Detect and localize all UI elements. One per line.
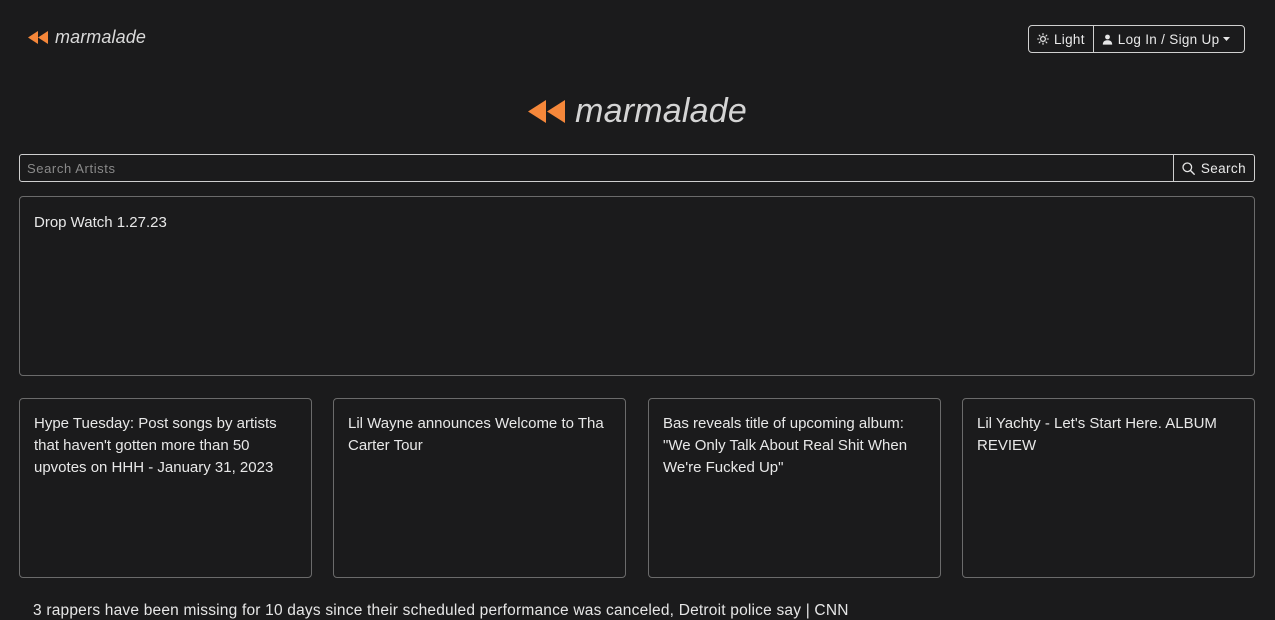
- post-card-title: Bas reveals title of upcoming album: "We…: [663, 415, 908, 476]
- theme-toggle-label: Light: [1054, 31, 1085, 47]
- rewind-icon: [28, 31, 48, 44]
- post-card[interactable]: Lil Yachty - Let's Start Here. ALBUM REV…: [962, 398, 1255, 578]
- featured-post-card[interactable]: Drop Watch 1.27.23: [19, 196, 1255, 376]
- post-card-title: Hype Tuesday: Post songs by artists that…: [34, 415, 277, 476]
- header-button-group: Light Log In / Sign Up: [1028, 25, 1245, 53]
- post-card[interactable]: Lil Wayne announces Welcome to Tha Carte…: [333, 398, 626, 578]
- search-icon: [1182, 161, 1195, 175]
- hero-logo: marmalade: [0, 92, 1275, 131]
- artist-search-bar: Search: [19, 154, 1255, 182]
- featured-post-title: Drop Watch 1.27.23: [34, 214, 167, 231]
- theme-toggle-button[interactable]: Light: [1029, 26, 1093, 52]
- post-card[interactable]: Hype Tuesday: Post songs by artists that…: [19, 398, 312, 578]
- sun-icon: [1037, 33, 1049, 45]
- brand-name: marmalade: [55, 27, 146, 47]
- brand-home-link[interactable]: marmalade: [28, 27, 146, 48]
- user-icon: [1102, 34, 1112, 45]
- post-card[interactable]: Bas reveals title of upcoming album: "We…: [648, 398, 941, 578]
- search-button-label: Search: [1200, 160, 1246, 176]
- hero-brand-name: marmalade: [575, 92, 747, 130]
- search-button[interactable]: Search: [1172, 155, 1254, 181]
- search-input[interactable]: [20, 155, 1173, 181]
- news-headline-link[interactable]: 3 rappers have been missing for 10 days …: [33, 602, 849, 620]
- post-card-title: Lil Yachty - Let's Start Here. ALBUM REV…: [977, 415, 1217, 454]
- post-card-title: Lil Wayne announces Welcome to Tha Carte…: [348, 415, 604, 454]
- rewind-icon: [528, 100, 566, 123]
- login-signup-label: Log In / Sign Up: [1117, 31, 1220, 47]
- top-navbar: marmalade Light Log In / Sign Up: [0, 0, 1275, 76]
- login-signup-dropdown[interactable]: Log In / Sign Up: [1092, 26, 1239, 52]
- chevron-down-icon: [1223, 37, 1231, 41]
